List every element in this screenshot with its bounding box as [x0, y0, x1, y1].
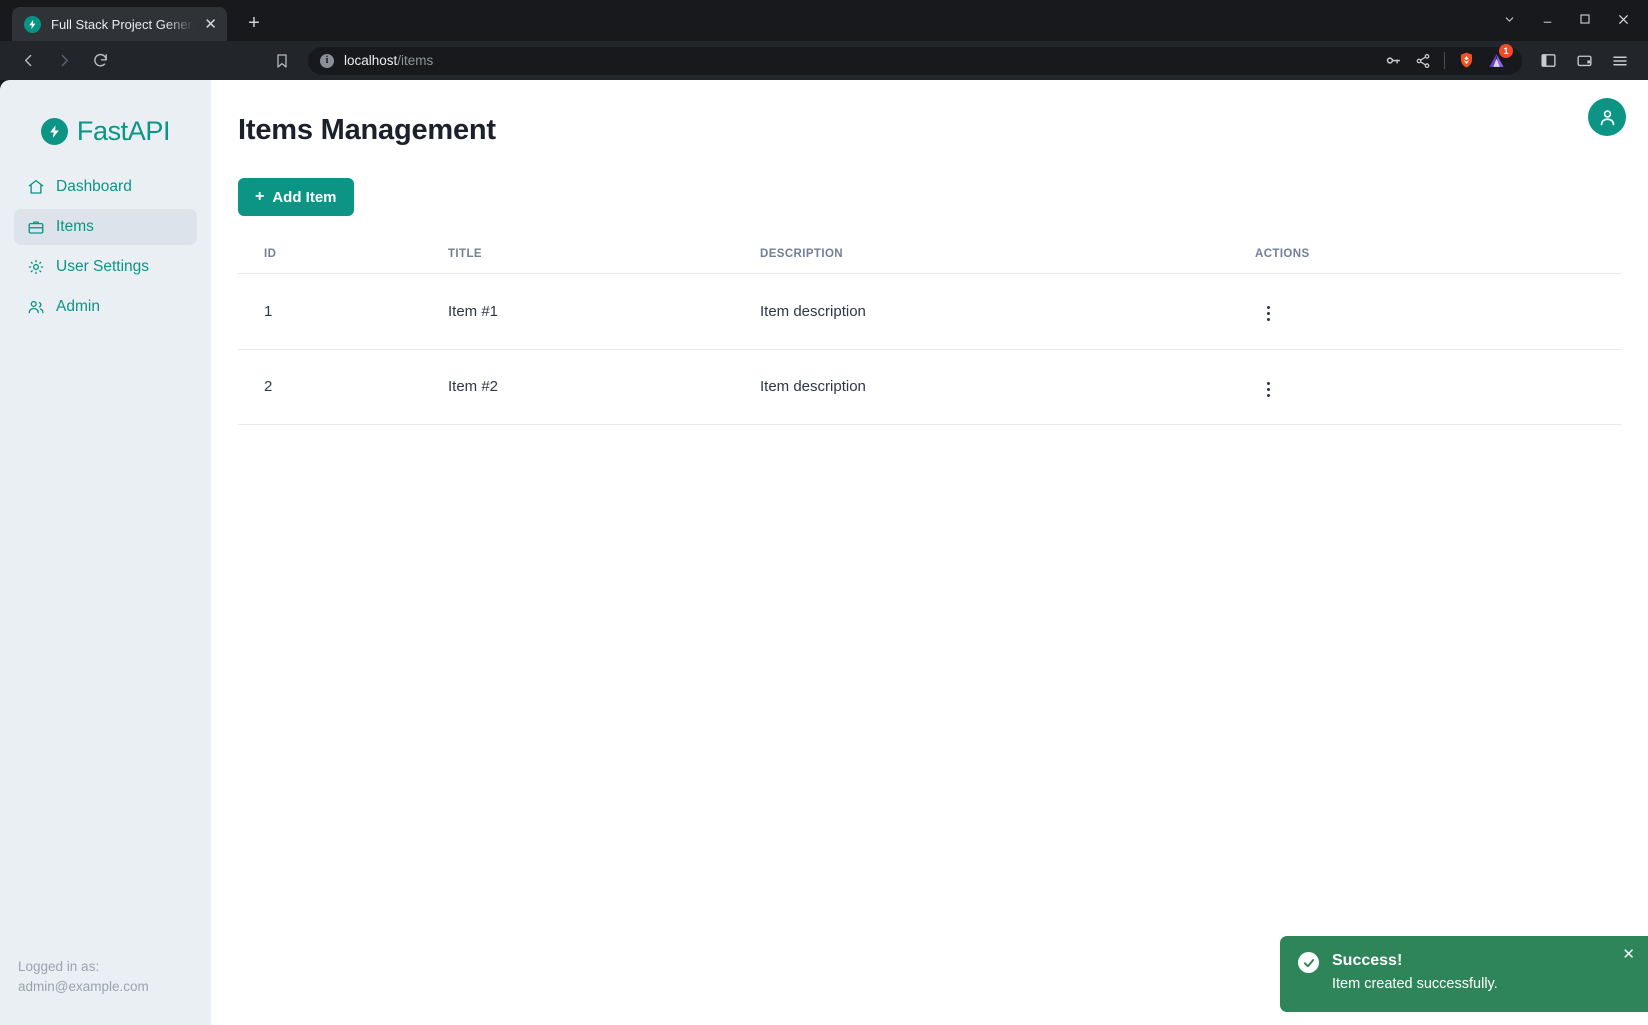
sidebar-item-items[interactable]: Items [14, 209, 197, 245]
kebab-menu-icon[interactable] [1255, 301, 1281, 327]
maximize-icon[interactable] [1568, 5, 1602, 33]
cell-id: 1 [238, 274, 448, 350]
sidebar-item-label: User Settings [56, 258, 149, 276]
brave-shield-icon[interactable] [1452, 48, 1480, 74]
add-item-label: Add Item [272, 189, 336, 206]
table-row: 1 Item #1 Item description [238, 274, 1621, 350]
add-item-button[interactable]: + Add Item [238, 178, 354, 216]
sidebar-item-label: Dashboard [56, 178, 132, 196]
sidebar-item-dashboard[interactable]: Dashboard [14, 169, 197, 205]
minimize-icon[interactable] [1530, 5, 1564, 33]
brand-logo: FastAPI [0, 98, 211, 169]
password-key-icon[interactable] [1379, 48, 1407, 74]
page-title: Items Management [238, 114, 1648, 147]
sidebar-item-admin[interactable]: Admin [14, 289, 197, 325]
cell-actions [1255, 274, 1621, 350]
address-bar[interactable]: i localhost/items 1 [308, 47, 1522, 75]
close-window-icon[interactable] [1606, 5, 1640, 33]
users-icon [26, 298, 45, 317]
hamburger-menu-icon[interactable] [1604, 47, 1636, 75]
sidebar-nav: Dashboard Items User Settings [0, 169, 211, 325]
table-row: 2 Item #2 Item description [238, 349, 1621, 425]
close-icon[interactable]: ✕ [204, 17, 217, 32]
back-arrow-icon[interactable] [12, 47, 44, 75]
items-table-body: 1 Item #1 Item description 2 Item #2 Ite… [238, 274, 1621, 425]
logged-in-email: admin@example.com [18, 977, 211, 997]
fastapi-logo-icon [41, 118, 68, 145]
main-content: Items Management + Add Item ID TITLE DES… [211, 80, 1648, 1025]
address-bar-actions: 1 [1379, 48, 1510, 74]
page-viewport: FastAPI Dashboard Items [0, 80, 1648, 1025]
check-circle-icon [1298, 952, 1319, 973]
toast-body: Success! Item created successfully. [1332, 951, 1498, 995]
cell-description: Item description [760, 274, 1255, 350]
url-path: /items [397, 53, 433, 68]
new-tab-button[interactable]: + [241, 10, 267, 36]
browser-toolbar: i localhost/items 1 [0, 41, 1648, 80]
briefcase-icon [26, 218, 45, 237]
url-text: localhost/items [344, 53, 433, 68]
brand-name: FastAPI [77, 116, 170, 147]
plus-icon: + [255, 188, 264, 206]
share-icon[interactable] [1409, 48, 1437, 74]
tab-title: Full Stack Project Generator [51, 17, 194, 32]
window-controls [1492, 5, 1640, 33]
cell-title: Item #1 [448, 274, 760, 350]
fastapi-favicon [24, 16, 41, 33]
site-info-icon[interactable]: i [320, 54, 334, 68]
toast-message: Item created successfully. [1332, 973, 1498, 995]
column-header-id: ID [238, 248, 448, 274]
app-sidebar: FastAPI Dashboard Items [0, 80, 211, 1025]
sidebar-item-label: Admin [56, 298, 100, 316]
table-header-row: ID TITLE DESCRIPTION ACTIONS [238, 248, 1621, 274]
toolbar-divider [1444, 52, 1445, 69]
cell-title: Item #2 [448, 349, 760, 425]
sidebar-panel-icon[interactable] [1532, 47, 1564, 75]
logged-in-label: Logged in as: [18, 957, 211, 977]
cell-description: Item description [760, 349, 1255, 425]
wallet-icon[interactable] [1568, 47, 1600, 75]
toast-title: Success! [1332, 951, 1498, 971]
column-header-actions: ACTIONS [1255, 248, 1621, 274]
sidebar-item-user-settings[interactable]: User Settings [14, 249, 197, 285]
browser-tab[interactable]: Full Stack Project Generator ✕ [12, 7, 227, 41]
gear-icon [26, 258, 45, 277]
user-avatar-icon [1597, 107, 1618, 128]
tab-search-icon[interactable] [1492, 5, 1526, 33]
kebab-menu-icon[interactable] [1255, 376, 1281, 402]
extension-icon[interactable]: 1 [1482, 48, 1510, 74]
url-host: localhost [344, 53, 397, 68]
cell-id: 2 [238, 349, 448, 425]
items-table: ID TITLE DESCRIPTION ACTIONS 1 Item #1 I… [238, 248, 1621, 425]
home-icon [26, 178, 45, 197]
sidebar-item-label: Items [56, 218, 94, 236]
reload-icon[interactable] [84, 47, 116, 75]
browser-window: Full Stack Project Generator ✕ + [0, 0, 1648, 1025]
logged-in-info: Logged in as: admin@example.com [0, 957, 211, 1025]
forward-arrow-icon[interactable] [48, 47, 80, 75]
extension-badge-count: 1 [1499, 44, 1513, 58]
avatar[interactable] [1588, 98, 1626, 136]
bookmark-icon[interactable] [266, 47, 298, 75]
cell-actions [1255, 349, 1621, 425]
success-toast: Success! Item created successfully. ✕ [1280, 936, 1648, 1012]
tab-strip: Full Stack Project Generator ✕ + [0, 0, 1648, 41]
toast-close-icon[interactable]: ✕ [1622, 947, 1635, 962]
column-header-description: DESCRIPTION [760, 248, 1255, 274]
column-header-title: TITLE [448, 248, 760, 274]
items-table-head: ID TITLE DESCRIPTION ACTIONS [238, 248, 1621, 274]
